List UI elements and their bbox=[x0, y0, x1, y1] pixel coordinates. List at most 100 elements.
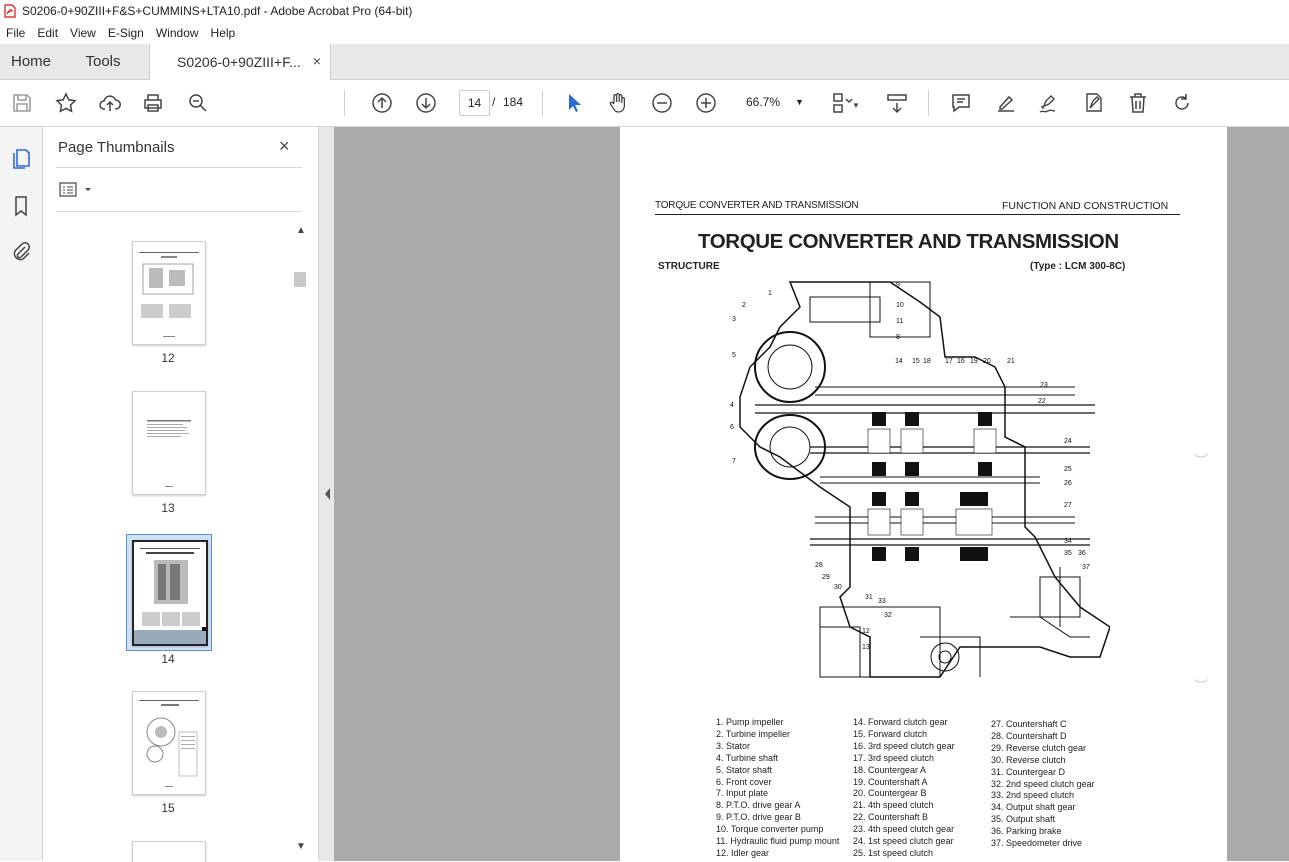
scroll-mode-icon[interactable] bbox=[884, 90, 910, 116]
svg-text:22: 22 bbox=[1038, 398, 1046, 405]
legend-item: 27. Countershaft C bbox=[991, 719, 1067, 729]
svg-text:28: 28 bbox=[815, 562, 823, 569]
legend-item: 10. Torque converter pump bbox=[716, 824, 824, 835]
legend-item: 11. Hydraulic fluid pump mount bbox=[716, 836, 840, 847]
chevron-down-icon[interactable]: ▼ bbox=[852, 101, 860, 110]
svg-text:4: 4 bbox=[730, 402, 734, 409]
left-rail bbox=[0, 127, 43, 861]
thumbnail-page-15[interactable] bbox=[132, 691, 206, 795]
bookmark-icon[interactable] bbox=[9, 194, 33, 218]
print-icon[interactable] bbox=[140, 90, 166, 116]
comment-icon[interactable] bbox=[948, 90, 974, 116]
legend-item: 7. Input plate bbox=[716, 788, 769, 799]
legend-item: 20. Countergear B bbox=[853, 788, 927, 799]
highlight-icon[interactable] bbox=[993, 90, 1019, 116]
scrollbar-thumb[interactable] bbox=[294, 272, 306, 287]
parts-legend-col1: 1. Pump impeller 2. Turbine impeller 3. … bbox=[716, 717, 839, 860]
svg-text:9: 9 bbox=[896, 282, 900, 289]
svg-text:26: 26 bbox=[1064, 480, 1072, 487]
tab-document-label: S0206-0+90ZIII+F... bbox=[177, 54, 301, 70]
legend-item: 8. P.T.O. drive gear A bbox=[716, 800, 801, 811]
legend-item: 30. Reverse clutch bbox=[991, 754, 1066, 765]
divider bbox=[56, 211, 302, 212]
legend-item: 6. Front cover bbox=[716, 776, 772, 787]
thumbnail-page-12[interactable] bbox=[132, 241, 206, 345]
svg-text:18: 18 bbox=[923, 358, 931, 365]
svg-text:36: 36 bbox=[1078, 550, 1086, 557]
tab-close-button[interactable]: × bbox=[313, 53, 321, 69]
svg-text:35: 35 bbox=[1064, 550, 1072, 557]
menu-file[interactable]: File bbox=[0, 26, 31, 40]
thumbnail-page-16[interactable] bbox=[132, 841, 206, 862]
page-header-left: TORQUE CONVERTER AND TRANSMISSION bbox=[655, 200, 859, 211]
thumbnail-options-button[interactable] bbox=[59, 181, 95, 199]
tab-home[interactable]: Home bbox=[0, 44, 62, 79]
hand-icon[interactable] bbox=[605, 90, 631, 116]
zoom-out-icon[interactable] bbox=[649, 90, 675, 116]
tab-document[interactable]: S0206-0+90ZIII+F... × bbox=[149, 44, 331, 80]
legend-item: 21. 4th speed clutch bbox=[853, 800, 934, 811]
thumbnail-page-13[interactable] bbox=[132, 391, 206, 495]
svg-text:19: 19 bbox=[970, 358, 978, 365]
scroll-down-arrow[interactable]: ▼ bbox=[296, 841, 306, 852]
page-thumbnails-icon[interactable] bbox=[9, 147, 33, 171]
menu-esign[interactable]: E-Sign bbox=[102, 26, 150, 40]
thumbnail-page-14[interactable] bbox=[132, 540, 208, 646]
svg-text:23: 23 bbox=[1040, 382, 1048, 389]
legend-item: 1. Pump impeller bbox=[716, 717, 784, 727]
svg-text:21: 21 bbox=[1007, 358, 1015, 365]
zoom-dropdown[interactable]: 66.7% ▼ bbox=[739, 90, 807, 114]
select-cursor-icon[interactable] bbox=[561, 90, 587, 116]
rotate-icon[interactable] bbox=[1169, 90, 1195, 116]
panel-close-button[interactable]: × bbox=[279, 136, 290, 157]
legend-item: 15. Forward clutch bbox=[853, 728, 928, 739]
svg-text:6: 6 bbox=[730, 424, 734, 431]
transmission-cross-section-diagram: 1 2 3 4 5 6 7 8 9 10 11 12 13 14 15 16 1… bbox=[730, 281, 1110, 678]
tab-tools[interactable]: Tools bbox=[72, 44, 134, 79]
upload-icon[interactable] bbox=[97, 90, 123, 116]
tab-bar: Home Tools S0206-0+90ZIII+F... × bbox=[0, 44, 1289, 80]
menu-window[interactable]: Window bbox=[150, 26, 205, 40]
save-icon[interactable] bbox=[9, 90, 35, 116]
legend-item: 24. 1st speed clutch gear bbox=[853, 836, 954, 847]
svg-text:5: 5 bbox=[732, 352, 736, 359]
parts-legend-col3: 27. Countershaft C 28. Countershaft D 29… bbox=[991, 719, 1095, 850]
page-up-icon[interactable] bbox=[369, 90, 395, 116]
svg-text:24: 24 bbox=[1064, 438, 1072, 445]
thumbnail-label-12: 12 bbox=[161, 351, 175, 365]
legend-item: 33. 2nd speed clutch bbox=[991, 790, 1075, 801]
toolbar-separator bbox=[344, 90, 345, 116]
svg-text:13: 13 bbox=[862, 644, 870, 651]
search-icon[interactable] bbox=[185, 90, 211, 116]
svg-text:37: 37 bbox=[1082, 564, 1090, 571]
delete-icon[interactable] bbox=[1125, 90, 1151, 116]
legend-item: 28. Countershaft D bbox=[991, 730, 1067, 741]
svg-text:2: 2 bbox=[742, 302, 746, 309]
svg-text:30: 30 bbox=[834, 584, 842, 591]
page-down-icon[interactable] bbox=[413, 90, 439, 116]
svg-text:34: 34 bbox=[1064, 538, 1072, 545]
svg-text:8: 8 bbox=[896, 334, 900, 341]
legend-item: 32. 2nd speed clutch gear bbox=[991, 778, 1095, 789]
page-total: 184 bbox=[503, 95, 524, 109]
legend-item: 12. Idler gear bbox=[716, 847, 770, 858]
sign-icon[interactable] bbox=[1036, 90, 1062, 116]
toolbar-separator bbox=[542, 90, 543, 116]
attachment-icon[interactable] bbox=[9, 240, 33, 264]
thumbnail-scrollbar[interactable]: ▲ ▼ bbox=[294, 223, 308, 855]
window-title: S0206-0+90ZIII+F&S+CUMMINS+LTA10.pdf - A… bbox=[22, 4, 413, 18]
zoom-in-icon[interactable] bbox=[693, 90, 719, 116]
scroll-up-arrow[interactable]: ▲ bbox=[296, 225, 306, 236]
legend-item: 3. Stator bbox=[716, 740, 751, 751]
menu-edit[interactable]: Edit bbox=[31, 26, 64, 40]
menu-help[interactable]: Help bbox=[205, 26, 242, 40]
star-icon[interactable] bbox=[53, 90, 79, 116]
thumbnails-panel: Page Thumbnails × 12 13 14 15 ▲ ▼ bbox=[43, 127, 319, 862]
window-titlebar: S0206-0+90ZIII+F&S+CUMMINS+LTA10.pdf - A… bbox=[0, 0, 1289, 22]
svg-text:27: 27 bbox=[1064, 502, 1072, 509]
menu-view[interactable]: View bbox=[64, 26, 102, 40]
panel-collapse-handle[interactable] bbox=[319, 127, 334, 861]
page-number-input[interactable]: 14 bbox=[459, 90, 490, 116]
fill-sign-icon[interactable] bbox=[1081, 90, 1107, 116]
svg-text:17: 17 bbox=[945, 358, 953, 365]
